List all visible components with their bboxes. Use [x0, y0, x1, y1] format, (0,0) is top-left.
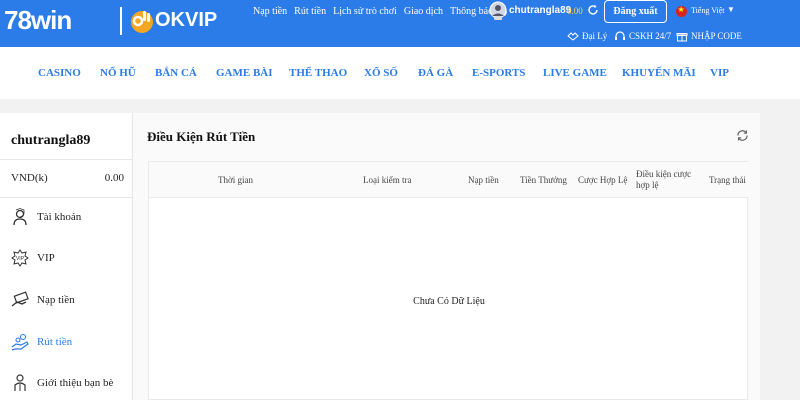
column-header: Cược Hợp Lệ: [578, 175, 628, 185]
empty-state-text: Chưa Có Dữ Liệu: [413, 296, 485, 307]
sidebar-item-label: Tài khoản: [37, 211, 82, 223]
nav-da-ga[interactable]: ĐÁ GÀ: [418, 67, 453, 79]
currency-label: VND(k): [11, 172, 48, 184]
sidebar-item-withdraw[interactable]: Rút tiền: [11, 333, 72, 351]
page-title: Điều Kiện Rút Tiền: [147, 129, 256, 144]
language-select[interactable]: Tiếng Việt: [691, 6, 725, 15]
refresh-icon[interactable]: [587, 4, 599, 16]
support-label: CSKH 24/7: [629, 31, 672, 41]
nav-e-sports[interactable]: E-SPORTS: [472, 67, 525, 79]
nav-casino[interactable]: CASINO: [38, 67, 81, 79]
logo-78win[interactable]: 78win: [4, 5, 72, 36]
logo-divider: [120, 7, 122, 35]
nav-live-game[interactable]: LIVE GAME: [543, 67, 607, 79]
nav-khuyen-mai[interactable]: KHUYẾN MÃI: [622, 67, 696, 79]
sidebar-username: chutrangla89: [11, 133, 91, 148]
nav-ban-ca[interactable]: BẮN CÁ: [155, 67, 197, 79]
nav-the-thao[interactable]: THỂ THAO: [289, 67, 347, 79]
sidebar-item-deposit[interactable]: Nạp tiền: [11, 291, 75, 309]
agent-label: Đại Lý: [582, 31, 608, 41]
top-nav-withdraw[interactable]: Rút tiền: [294, 6, 326, 17]
top-bar: 78win OKVIP Nạp tiền Rút tiền Lịch sử tr…: [0, 0, 800, 47]
user-icon: [13, 208, 27, 226]
column-header: Loại kiểm tra: [363, 175, 412, 185]
referral-icon: [14, 374, 26, 391]
column-header: Thời gian: [218, 175, 254, 185]
top-nav-transactions[interactable]: Giao dịch: [404, 6, 443, 17]
sidebar-item-label: VIP: [37, 252, 55, 264]
page-gutter: [760, 113, 800, 400]
agent-link[interactable]: Đại Lý: [567, 30, 607, 42]
column-header: Tiền Thưởng: [520, 175, 567, 185]
withdraw-icon: [11, 333, 29, 351]
nav-no-hu[interactable]: NỔ HŨ: [100, 67, 136, 79]
main-nav: CASINO NỔ HŨ BẮN CÁ GAME BÀI THỂ THAO XỔ…: [0, 47, 800, 99]
avatar[interactable]: [489, 1, 507, 21]
nav-xo-so[interactable]: XỔ SỐ: [364, 67, 398, 79]
nav-game-bai[interactable]: GAME BÀI: [216, 67, 273, 79]
handshake-icon: [567, 32, 579, 41]
top-nav: Nạp tiền Rút tiền Lịch sử trò chơi Giao …: [253, 6, 507, 17]
top-nav-game-history[interactable]: Lịch sử trò chơi: [333, 6, 397, 17]
sidebar-item-referral[interactable]: Giới thiệu bạn bè: [11, 374, 113, 392]
vip-badge-icon: VIP: [11, 249, 29, 267]
enter-code-label: NHẬP CODE: [691, 31, 742, 41]
sidebar-item-label: Rút tiền: [37, 336, 73, 348]
conditions-table: Thời gian Loại kiểm tra Nạp tiền Tiền Th…: [148, 161, 749, 400]
refresh-icon[interactable]: [736, 129, 749, 142]
logout-button[interactable]: Đăng xuất: [604, 0, 667, 23]
header-balance: 0.00: [567, 6, 583, 16]
gift-icon: [676, 33, 688, 42]
column-header: Điều kiện cược hợp lệ: [636, 169, 692, 190]
vietnam-flag-icon: [676, 5, 687, 17]
account-sidebar: chutrangla89 VND(k) 0.00 Tài khoản VIP V…: [0, 113, 133, 400]
chevron-down-icon[interactable]: ▼: [727, 5, 735, 14]
svg-text:VIP: VIP: [16, 256, 25, 262]
divider: [0, 159, 133, 160]
deposit-icon: [11, 291, 29, 307]
sidebar-balance: 0.00: [104, 172, 124, 184]
logo-okvip[interactable]: OKVIP: [155, 9, 217, 32]
column-header: Nạp tiền: [468, 175, 499, 185]
nav-vip[interactable]: VIP: [710, 67, 729, 79]
sidebar-item-vip[interactable]: VIP VIP: [11, 249, 55, 267]
okvip-hand-icon: [131, 11, 153, 33]
enter-code-link[interactable]: NHẬP CODE: [676, 30, 742, 42]
sidebar-item-account[interactable]: Tài khoản: [11, 208, 81, 226]
headset-icon: [615, 31, 625, 40]
top-nav-deposit[interactable]: Nạp tiền: [253, 6, 287, 17]
sidebar-item-label: Nạp tiền: [37, 294, 75, 306]
support-link[interactable]: CSKH 24/7: [614, 30, 671, 42]
sidebar-item-label: Giới thiệu bạn bè: [37, 377, 114, 389]
withdraw-conditions-panel: Điều Kiện Rút Tiền Thời gian Loại kiểm t…: [133, 113, 760, 400]
column-header: Trạng thái: [709, 175, 746, 185]
header-username: chutrangla89: [509, 5, 572, 16]
table-header: Thời gian Loại kiểm tra Nạp tiền Tiền Th…: [149, 162, 749, 198]
divider: [0, 197, 133, 198]
